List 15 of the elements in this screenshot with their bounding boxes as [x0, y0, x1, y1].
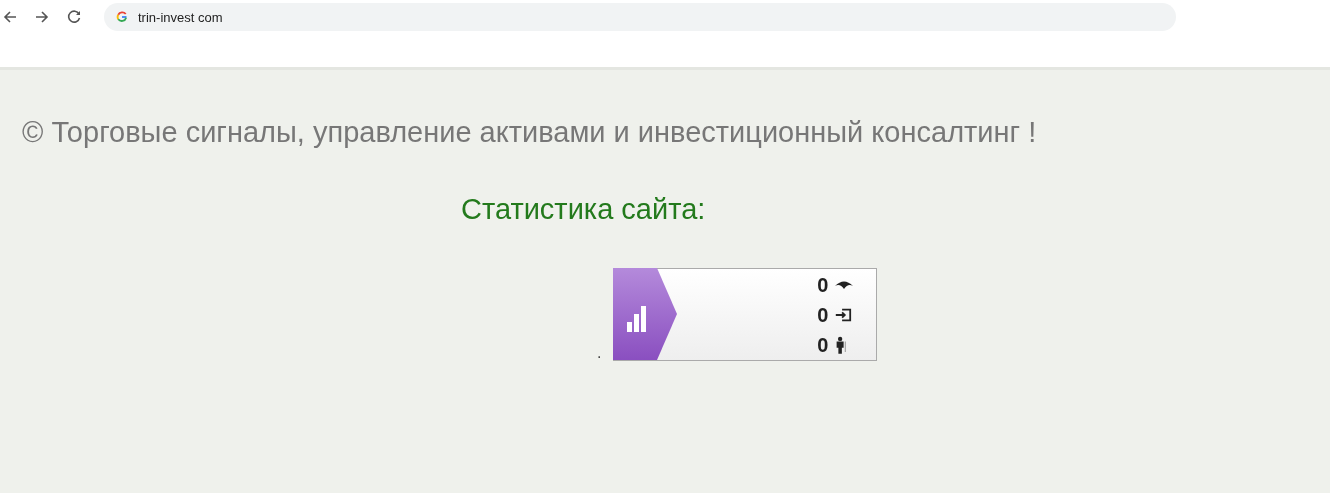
site-tagline: © Торговые сигналы, управление активами и инвестиционный консалтинг ! — [22, 116, 1038, 149]
visitor-counter[interactable]: 0 0 0 — [613, 268, 878, 361]
stats-title: Статистика сайта: — [461, 193, 707, 226]
address-bar[interactable]: trin-invest com — [104, 3, 1176, 31]
count-value: 0 — [817, 333, 829, 357]
back-icon[interactable] — [2, 9, 18, 25]
forward-icon[interactable] — [34, 9, 50, 25]
count-value: 0 — [817, 303, 829, 327]
google-icon — [116, 11, 128, 23]
stats-badge-icon — [613, 268, 678, 360]
person-icon — [834, 335, 849, 355]
dot-text: . — [597, 345, 602, 361]
sign-in-icon — [834, 307, 853, 323]
count-value: 0 — [817, 273, 829, 297]
reload-icon[interactable] — [66, 9, 82, 25]
